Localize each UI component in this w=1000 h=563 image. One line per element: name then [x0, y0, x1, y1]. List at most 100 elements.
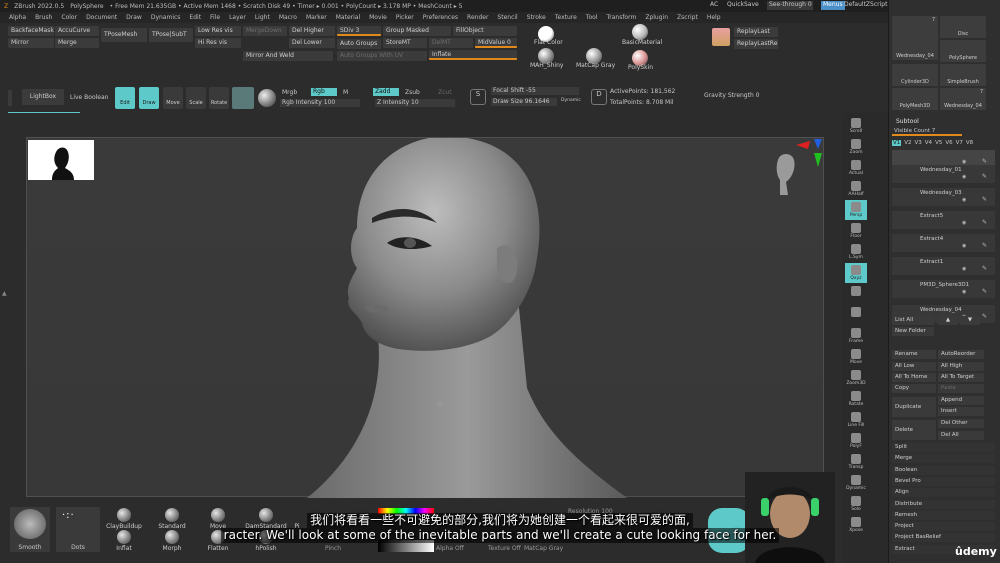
menu-stroke[interactable]: Stroke: [527, 14, 546, 21]
auto-groups-uv-button[interactable]: Auto Groups With UV: [337, 51, 427, 61]
del-other-button[interactable]: Del Other: [938, 419, 984, 428]
duplicate-button[interactable]: Duplicate: [892, 397, 936, 417]
visibility-eye-icon[interactable]: ◉: [962, 241, 966, 251]
mirror-button[interactable]: Mirror: [8, 38, 54, 48]
section-boolean[interactable]: Boolean: [892, 465, 995, 475]
version-v3[interactable]: V3: [915, 140, 922, 146]
subtool-item[interactable]: Wednesday_03 ◉ ✎: [892, 188, 995, 206]
menu-file[interactable]: File: [210, 14, 220, 21]
rightbar-qxyz[interactable]: Qxyz: [845, 263, 867, 283]
polypaint-brush-icon[interactable]: ✎: [982, 312, 987, 322]
sdiv-slider[interactable]: SDiv 3: [337, 26, 381, 36]
delete-button[interactable]: Delete: [892, 420, 936, 440]
fill-object-button[interactable]: FillObject: [453, 26, 517, 36]
edit-mode-button[interactable]: Edit: [115, 87, 135, 109]
accucurve-button[interactable]: AccuCurve: [55, 26, 99, 36]
backface-mask-button[interactable]: BackfaceMask: [8, 26, 54, 36]
all-to-home-button[interactable]: All To Home: [892, 373, 936, 382]
menu-macro[interactable]: Macro: [279, 14, 297, 21]
copy-button[interactable]: Copy: [892, 384, 936, 393]
menu-picker[interactable]: Picker: [396, 14, 414, 21]
subtool-item[interactable]: Extract1 ◉ ✎: [892, 257, 995, 275]
basic-material-swatch[interactable]: [632, 24, 648, 40]
visibility-eye-icon[interactable]: ◉: [962, 172, 966, 182]
menu-marker[interactable]: Marker: [306, 14, 327, 21]
texture-off-button[interactable]: Texture Off: [488, 545, 521, 552]
tool-thumb-polymesh3d[interactable]: PolyMesh3D: [892, 88, 938, 110]
lightbox-button[interactable]: LightBox: [22, 89, 64, 105]
paste-button[interactable]: Paste: [938, 384, 984, 393]
auto-groups-button[interactable]: Auto Groups: [337, 39, 381, 49]
polypaint-brush-icon[interactable]: ✎: [982, 241, 987, 251]
rightbar-xpose[interactable]: Xpose: [845, 515, 867, 535]
menu-transform[interactable]: Transform: [606, 14, 636, 21]
section-align[interactable]: Align: [892, 488, 995, 498]
menu-render[interactable]: Render: [467, 14, 488, 21]
menu-stencil[interactable]: Stencil: [497, 14, 517, 21]
rgb-button[interactable]: Rgb: [311, 88, 337, 96]
arrow-down-icon[interactable]: ▼: [960, 316, 980, 325]
section-split[interactable]: Split: [892, 443, 995, 452]
menu-light[interactable]: Light: [255, 14, 270, 21]
tposemesh-button[interactable]: TPoseMesh: [101, 28, 147, 42]
del-mt-button[interactable]: DelMT: [429, 38, 473, 48]
axis-gizmo[interactable]: [796, 139, 822, 169]
quicksave-button[interactable]: QuickSave: [727, 1, 759, 8]
subtool-item[interactable]: Wednesday_01 ◉ ✎: [892, 165, 995, 183]
visibility-eye-icon[interactable]: ◉: [962, 195, 966, 205]
rename-button[interactable]: Rename: [892, 350, 936, 359]
rotate-mode-button[interactable]: Rotate: [209, 87, 229, 109]
menu-color[interactable]: Color: [61, 14, 77, 21]
all-to-target-button[interactable]: All To Target: [938, 373, 984, 382]
replay-icon[interactable]: [712, 28, 730, 46]
brush-preview-icon[interactable]: [232, 87, 254, 109]
polypaint-brush-icon[interactable]: ✎: [982, 195, 987, 205]
ac-label[interactable]: AC: [710, 1, 718, 8]
section-merge[interactable]: Merge: [892, 454, 995, 464]
menu-preferences[interactable]: Preferences: [423, 14, 458, 21]
rightbar-rotate[interactable]: Rotate: [845, 389, 867, 409]
version-v4[interactable]: V4: [925, 140, 932, 146]
section-bevel-pro[interactable]: Bevel Pro: [892, 476, 995, 486]
rightbar-scroll[interactable]: Scroll: [845, 116, 867, 136]
polypaint-brush-icon[interactable]: ✎: [982, 287, 987, 297]
all-low-button[interactable]: All Low: [892, 362, 936, 371]
menu-tool[interactable]: Tool: [586, 14, 598, 21]
mirror-and-weld-button[interactable]: Mirror And Weld: [243, 51, 333, 61]
auto-reorder-button[interactable]: AutoReorder: [938, 350, 984, 359]
reference-thumbnail[interactable]: [28, 140, 94, 180]
section-project[interactable]: Project: [892, 522, 995, 532]
subtool-item[interactable]: PM3D_Sphere3D1 ◉ ✎: [892, 280, 995, 298]
tpose-subt-button[interactable]: TPose|SubT: [149, 28, 193, 42]
inflate-slider[interactable]: Inflate: [429, 50, 517, 60]
polypaint-brush-icon[interactable]: ✎: [982, 172, 987, 182]
rightbar-polyf[interactable]: PolyF: [845, 431, 867, 451]
menu-alpha[interactable]: Alpha: [9, 14, 26, 21]
menu-material[interactable]: Material: [336, 14, 360, 21]
menu-help[interactable]: Help: [707, 14, 721, 21]
pinch-button[interactable]: Pinch: [325, 545, 341, 552]
visible-count-slider[interactable]: Visible Count 7: [892, 128, 962, 136]
group-masked-button[interactable]: Group Masked: [383, 26, 451, 36]
draw-size-slider[interactable]: Draw Size 96.1646: [491, 98, 557, 106]
rightbar-zoom3d[interactable]: Zoom3D: [845, 368, 867, 388]
menus-toggle[interactable]: Menus: [821, 1, 845, 10]
merge-button[interactable]: Merge: [55, 38, 99, 48]
rightbar-tool-9[interactable]: [845, 305, 867, 325]
visibility-eye-icon[interactable]: ◉: [962, 218, 966, 228]
visibility-eye-icon[interactable]: ◉: [962, 287, 966, 297]
mid-value-slider[interactable]: MidValue 0: [475, 38, 517, 48]
mrgb-button[interactable]: Mrgb: [282, 89, 297, 96]
brush-morph[interactable]: Morph: [154, 530, 190, 563]
zsub-button[interactable]: Zsub: [405, 89, 420, 96]
insert-button[interactable]: Insert: [938, 407, 984, 416]
material-preview-icon[interactable]: [258, 89, 276, 107]
menu-zplugin[interactable]: Zplugin: [645, 14, 668, 21]
z-intensity-slider[interactable]: Z Intensity 10: [375, 99, 455, 107]
visibility-eye-icon[interactable]: ◉: [962, 264, 966, 274]
new-folder-button[interactable]: New Folder: [892, 327, 934, 336]
version-v8[interactable]: V8: [966, 140, 973, 146]
m-button[interactable]: M: [343, 89, 348, 96]
append-button[interactable]: Append: [938, 396, 984, 405]
matcap-button[interactable]: MatCap Gray: [524, 545, 563, 552]
